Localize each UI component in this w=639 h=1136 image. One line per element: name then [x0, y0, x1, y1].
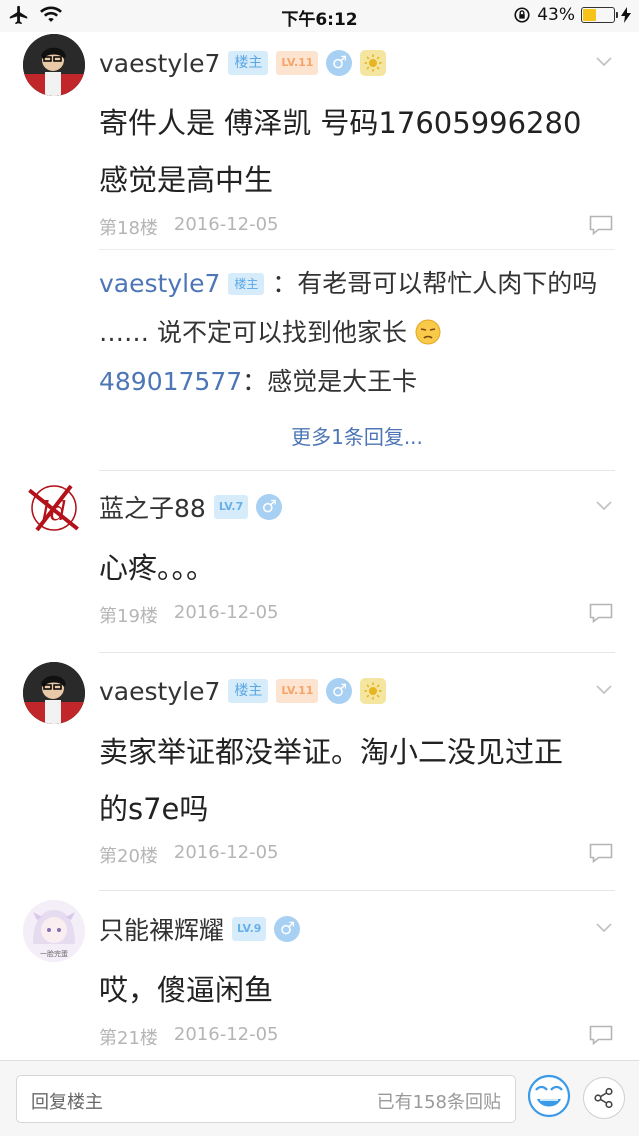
floor-number: 第20楼 [99, 846, 158, 867]
level-badge: LV.7 [213, 495, 249, 519]
sun-badge-icon [360, 678, 387, 704]
post-content: 哎，傻逼闲鱼 [99, 962, 599, 1019]
comment-icon[interactable] [589, 215, 613, 235]
floor-number: 第19楼 [99, 606, 158, 627]
svg-text:ld: ld [42, 497, 67, 527]
male-icon: ♂ [274, 916, 301, 942]
more-replies-link[interactable]: 更多1条回复... [99, 421, 615, 450]
post-meta: 第18楼 2016-12-05 [99, 214, 279, 240]
battery-percent: 43% [537, 5, 575, 25]
post-date: 2016-12-05 [173, 214, 279, 235]
reply-text: ：感觉是大王卡 [242, 367, 418, 396]
sun-badge-icon [360, 50, 387, 76]
reply-item[interactable]: 489017577：感觉是大王卡 [99, 357, 615, 406]
post-content: 卖家举证都没举证。淘小二没见过正 的s7e吗 [99, 724, 599, 838]
bottom-reply-bar: 回复楼主 已有158条回贴 [0, 1060, 639, 1136]
reply-count: 已有158条回贴 [376, 1092, 501, 1113]
avatar[interactable] [23, 662, 85, 724]
share-icon [594, 1087, 613, 1109]
level-badge: LV.11 [276, 679, 319, 703]
post-divider [99, 890, 615, 891]
chevron-down-icon[interactable] [595, 52, 613, 70]
post-date: 2016-12-05 [173, 842, 279, 863]
post-meta: 第20楼 2016-12-05 [99, 842, 279, 868]
content-line: 心疼。。。 [99, 551, 216, 585]
battery-icon [581, 7, 618, 23]
content-line: 感觉是高中生 [99, 163, 274, 197]
reply-section: vaestyle7 楼主 ：有老哥可以帮忙人肉下的吗 …… 说不定可以找到他家长… [99, 249, 615, 471]
charging-icon [621, 7, 631, 23]
content-line: 卖家举证都没举证。淘小二没见过正 [99, 735, 564, 769]
owner-badge: 楼主 [228, 51, 269, 75]
rotation-lock-icon [514, 7, 530, 23]
male-icon: ♂ [256, 494, 283, 520]
reply-username[interactable]: vaestyle7 [99, 269, 220, 298]
grumpy-emoji-icon [415, 319, 441, 345]
post-divider [99, 470, 615, 471]
share-button[interactable] [583, 1077, 625, 1119]
comment-icon[interactable] [589, 1025, 613, 1045]
reply-username[interactable]: 489017577 [99, 367, 242, 396]
reply-text-cont: …… 说不定可以找到他家长 [99, 318, 407, 347]
reply-placeholder: 回复楼主 [31, 1092, 103, 1113]
reply-text: ：有老哥可以帮忙人肉下的吗 [272, 269, 598, 298]
username[interactable]: vaestyle7 [99, 49, 220, 78]
post-divider [99, 652, 615, 653]
post-date: 2016-12-05 [173, 1024, 279, 1045]
comment-icon[interactable] [589, 843, 613, 863]
avatar[interactable] [23, 34, 85, 96]
comment-icon[interactable] [589, 603, 613, 623]
reply-item[interactable]: vaestyle7 楼主 ：有老哥可以帮忙人肉下的吗 …… 说不定可以找到他家长 [99, 259, 615, 357]
content-line: 寄件人是 傅泽凯 号码17605996280 [99, 106, 582, 140]
username[interactable]: vaestyle7 [99, 677, 220, 706]
male-icon: ♂ [326, 678, 353, 704]
post-date: 2016-12-05 [173, 602, 279, 623]
post-feed[interactable]: vaestyle7 楼主 LV.11 ♂ 寄件人是 傅泽凯 号码17605996… [0, 32, 639, 1060]
owner-badge: 楼主 [228, 273, 265, 295]
post-content: 寄件人是 傅泽凯 号码17605996280 感觉是高中生 [99, 95, 599, 209]
chevron-down-icon[interactable] [595, 918, 613, 936]
male-icon: ♂ [326, 50, 353, 76]
status-bar: 下午6:12 43% [0, 0, 639, 32]
level-badge: LV.9 [232, 917, 267, 941]
avatar[interactable]: 一脸完蛋 [23, 900, 85, 962]
chevron-down-icon[interactable] [595, 680, 613, 698]
username[interactable]: 只能裸辉耀 [99, 911, 224, 947]
content-line: 的s7e吗 [99, 792, 209, 826]
level-badge: LV.11 [276, 51, 319, 75]
post-meta: 第19楼 2016-12-05 [99, 602, 279, 628]
post-content: 心疼。。。 [99, 540, 599, 597]
content-line: 哎，傻逼闲鱼 [99, 973, 274, 1007]
username[interactable]: 蓝之子88 [99, 489, 206, 525]
emoji-icon[interactable] [526, 1073, 572, 1119]
reply-input[interactable]: 回复楼主 已有158条回贴 [16, 1075, 516, 1123]
chevron-down-icon[interactable] [595, 496, 613, 514]
avatar[interactable]: ld [23, 478, 85, 540]
svg-text:一脸完蛋: 一脸完蛋 [40, 949, 68, 958]
floor-number: 第21楼 [99, 1028, 158, 1049]
battery-level [583, 9, 596, 21]
post-meta: 第21楼 2016-12-05 [99, 1024, 279, 1050]
floor-number: 第18楼 [99, 218, 158, 239]
owner-badge: 楼主 [228, 679, 269, 703]
